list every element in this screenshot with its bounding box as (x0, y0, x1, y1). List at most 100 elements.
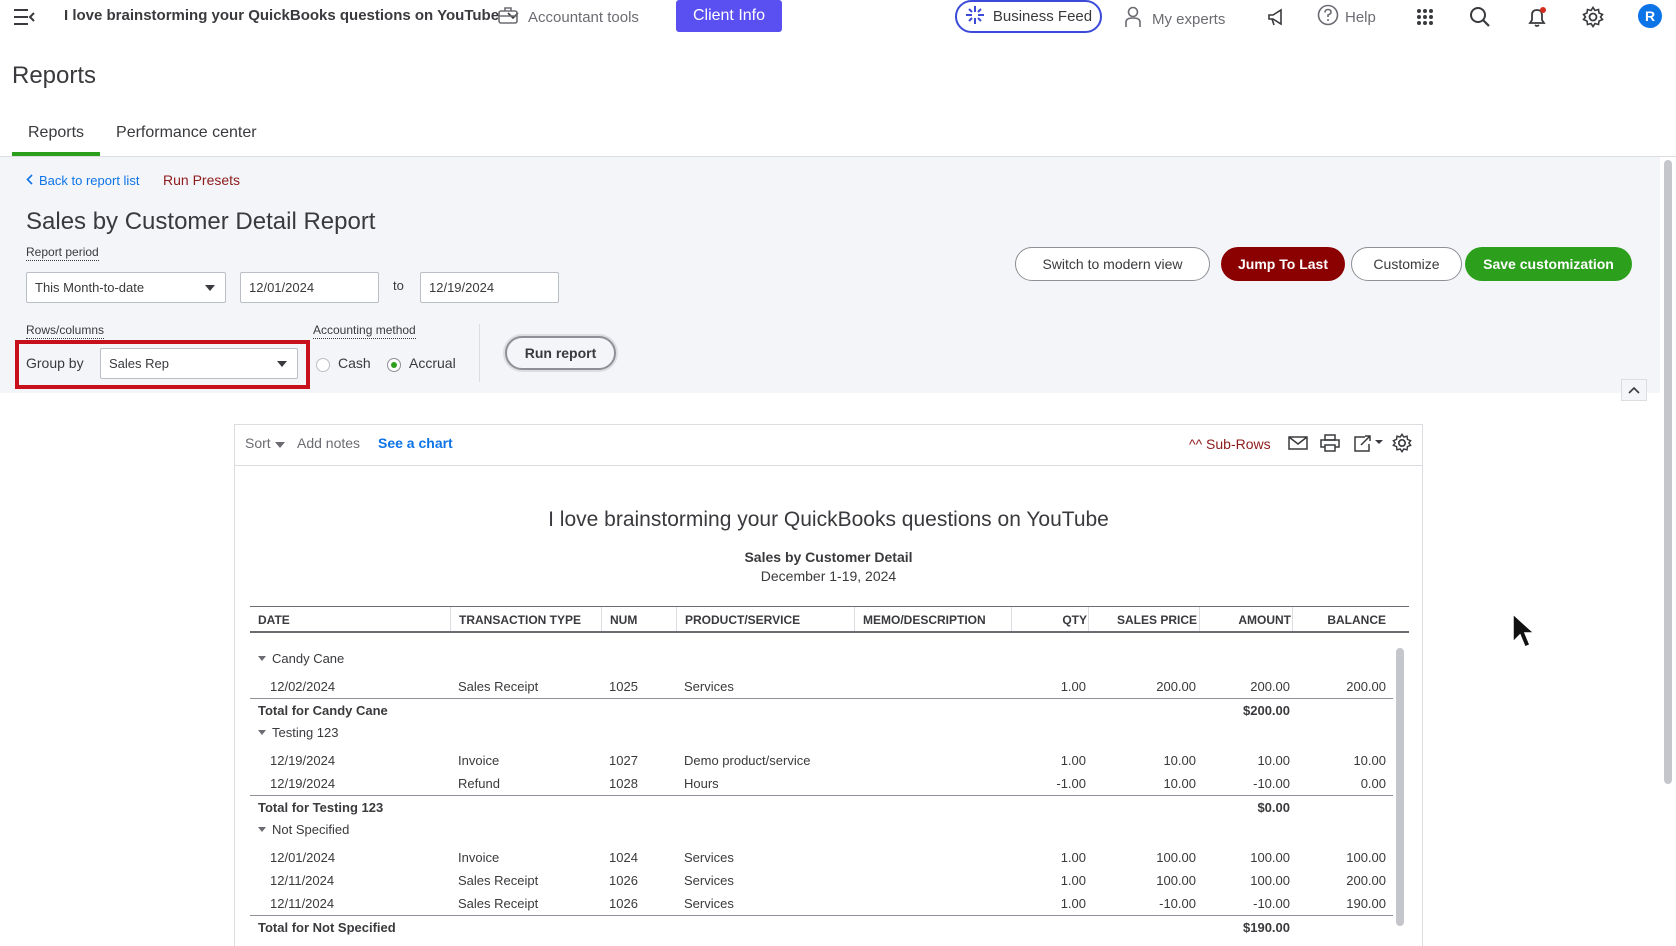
cell-qty: 1.00 (1060, 753, 1086, 768)
cell-date[interactable]: 12/19/2024 (270, 776, 335, 791)
cell-amount[interactable]: 200.00 (1207, 679, 1290, 694)
group-header-not-specified[interactable]: Not Specified (258, 822, 349, 837)
see-a-chart-link[interactable]: See a chart (378, 435, 453, 451)
cell-amount[interactable]: -10.00 (1207, 896, 1290, 911)
cell-product[interactable]: Services (684, 896, 734, 911)
cell-type[interactable]: Sales Receipt (458, 679, 538, 694)
col-transaction-type[interactable]: TRANSACTION TYPE (459, 613, 581, 627)
tab-reports[interactable]: Reports (12, 118, 101, 156)
cash-radio[interactable] (316, 358, 330, 372)
back-to-report-list-link[interactable]: Back to report list (26, 173, 139, 188)
cell-amount[interactable]: 100.00 (1207, 873, 1290, 888)
cell-type[interactable]: Invoice (458, 753, 499, 768)
total-rule (250, 915, 1393, 916)
col-product-service[interactable]: PRODUCT/SERVICE (685, 613, 800, 627)
column-separator[interactable] (450, 607, 451, 631)
cell-product[interactable]: Services (684, 873, 734, 888)
cell-num[interactable]: 1026 (609, 896, 638, 911)
cell-num[interactable]: 1028 (609, 776, 638, 791)
gear-icon[interactable] (1580, 4, 1606, 30)
cell-product[interactable]: Hours (684, 776, 719, 791)
help-button[interactable]: Help (1317, 4, 1376, 30)
report-period-select[interactable]: This Month-to-date (26, 272, 226, 303)
settings-icon[interactable] (1390, 432, 1414, 454)
sort-button[interactable]: Sort (245, 435, 285, 451)
bell-icon[interactable] (1524, 4, 1550, 30)
cell-amount[interactable]: 10.00 (1207, 753, 1290, 768)
group-header-candy-cane[interactable]: Candy Cane (258, 651, 344, 666)
group-by-select[interactable]: Sales Rep (100, 348, 298, 379)
cell-date[interactable]: 12/11/2024 (270, 896, 334, 911)
accounting-method-label: Accounting method (313, 323, 416, 339)
customize-button[interactable]: Customize (1351, 247, 1462, 281)
cell-date[interactable]: 12/11/2024 (270, 873, 334, 888)
jump-to-last-button[interactable]: Jump To Last (1221, 247, 1345, 281)
run-presets-link[interactable]: Run Presets (163, 172, 240, 188)
column-separator[interactable] (854, 607, 855, 631)
column-separator[interactable] (601, 607, 602, 631)
tab-performance-center[interactable]: Performance center (100, 118, 273, 156)
page-scrollbar[interactable] (1664, 160, 1672, 784)
cell-type[interactable]: Invoice (458, 850, 499, 865)
group-total-amount[interactable]: $0.00 (1180, 800, 1290, 815)
accrual-radio[interactable] (387, 358, 401, 372)
group-header-testing-123[interactable]: Testing 123 (258, 725, 339, 740)
cell-num[interactable]: 1027 (609, 753, 638, 768)
date-to-input[interactable]: 12/19/2024 (420, 272, 559, 303)
my-experts-button[interactable]: My experts (1124, 6, 1225, 32)
run-report-button[interactable]: Run report (505, 336, 616, 370)
sort-label: Sort (245, 435, 271, 451)
col-date[interactable]: DATE (258, 613, 290, 627)
cell-product[interactable]: Demo product/service (684, 753, 810, 768)
search-icon[interactable] (1467, 4, 1493, 30)
avatar[interactable]: R (1638, 4, 1662, 28)
export-icon[interactable] (1352, 432, 1386, 454)
group-total-amount[interactable]: $190.00 (1180, 920, 1290, 935)
sub-rows-toggle[interactable]: ^^ Sub-Rows (1189, 436, 1271, 452)
column-separator[interactable] (1011, 607, 1012, 631)
cell-num[interactable]: 1024 (609, 850, 638, 865)
business-feed-button[interactable]: Business Feed (955, 0, 1102, 33)
company-switcher[interactable]: I love brainstorming your QuickBooks que… (64, 7, 519, 24)
switch-to-modern-view-button[interactable]: Switch to modern view (1015, 247, 1210, 281)
apps-grid-icon[interactable] (1412, 4, 1438, 30)
col-amount[interactable]: AMOUNT (1207, 613, 1291, 627)
megaphone-icon[interactable] (1263, 4, 1289, 30)
cell-date[interactable]: 12/02/2024 (270, 679, 335, 694)
group-total-amount[interactable]: $200.00 (1180, 703, 1290, 718)
column-separator[interactable] (1199, 607, 1200, 631)
cell-balance: 100.00 (1346, 850, 1386, 865)
email-icon[interactable] (1286, 432, 1310, 454)
col-num[interactable]: NUM (610, 613, 637, 627)
column-separator[interactable] (676, 607, 677, 631)
cell-num[interactable]: 1026 (609, 873, 638, 888)
accountant-tools-button[interactable]: Accountant tools (498, 6, 639, 28)
filter-divider (479, 324, 480, 382)
client-info-button[interactable]: Client Info (676, 0, 782, 32)
col-sales-price[interactable]: SALES PRICE (1097, 613, 1197, 627)
cell-type[interactable]: Refund (458, 776, 500, 791)
add-notes-link[interactable]: Add notes (297, 435, 360, 451)
save-customization-button[interactable]: Save customization (1465, 247, 1632, 281)
back-link-label: Back to report list (39, 173, 140, 188)
column-separator[interactable] (1088, 607, 1089, 631)
column-separator[interactable] (1292, 607, 1293, 631)
date-from-input[interactable]: 12/01/2024 (240, 272, 379, 303)
col-qty[interactable]: QTY (1020, 613, 1087, 627)
cell-type[interactable]: Sales Receipt (458, 896, 538, 911)
print-icon[interactable] (1318, 432, 1342, 454)
cell-date[interactable]: 12/19/2024 (270, 753, 335, 768)
cell-amount[interactable]: 100.00 (1207, 850, 1290, 865)
col-memo-description[interactable]: MEMO/DESCRIPTION (863, 613, 986, 627)
cell-num[interactable]: 1025 (609, 679, 638, 694)
collapse-panel-button[interactable] (1621, 379, 1647, 401)
cell-amount[interactable]: -10.00 (1207, 776, 1290, 791)
cell-type[interactable]: Sales Receipt (458, 873, 538, 888)
col-balance[interactable]: BALANCE (1300, 613, 1386, 627)
cell-product[interactable]: Services (684, 679, 734, 694)
menu-icon[interactable] (14, 8, 36, 26)
report-company-name: I love brainstorming your QuickBooks que… (548, 508, 1109, 531)
cell-date[interactable]: 12/01/2024 (270, 850, 335, 865)
report-scrollbar[interactable] (1396, 648, 1404, 926)
cell-product[interactable]: Services (684, 850, 734, 865)
